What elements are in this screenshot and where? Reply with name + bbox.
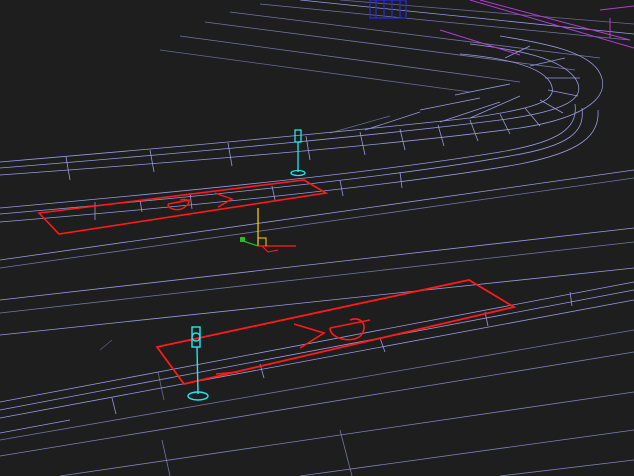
3d-viewport[interactable] — [0, 0, 634, 476]
